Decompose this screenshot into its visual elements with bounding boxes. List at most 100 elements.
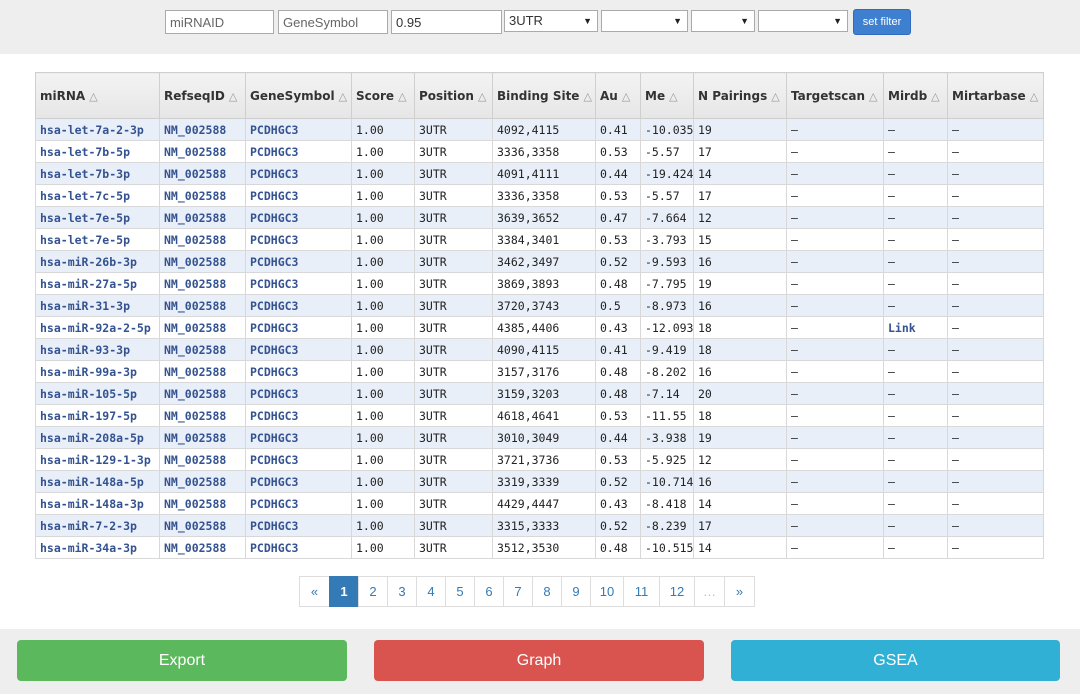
column-header-me[interactable]: Me △ [640,72,694,119]
cell-gene-symbol-link[interactable]: PCDHGC3 [245,140,352,163]
cell-gene-symbol-link[interactable]: PCDHGC3 [245,404,352,427]
page-9[interactable]: 9 [561,576,591,607]
cell-mirna-link[interactable]: hsa-let-7c-5p [35,184,160,207]
page-6[interactable]: 6 [474,576,504,607]
filter-select-2[interactable]: ▼ [601,10,688,32]
cell-refseq-id-link[interactable]: NM_002588 [159,470,246,493]
cell-mirna-link[interactable]: hsa-let-7b-3p [35,162,160,185]
column-header-position[interactable]: Position △ [414,72,493,119]
cell-mirna-link[interactable]: hsa-let-7e-5p [35,228,160,251]
page-4[interactable]: 4 [416,576,446,607]
graph-button[interactable]: Graph [374,640,704,681]
cell-gene-symbol-link[interactable]: PCDHGC3 [245,206,352,229]
cell-refseq-id-link[interactable]: NM_002588 [159,272,246,295]
cell-gene-symbol-link[interactable]: PCDHGC3 [245,338,352,361]
cell-mirna-link[interactable]: hsa-miR-92a-2-5p [35,316,160,339]
cell-gene-symbol-link[interactable]: PCDHGC3 [245,118,352,141]
cell-refseq-id-link[interactable]: NM_002588 [159,448,246,471]
cell-refseq-id-link[interactable]: NM_002588 [159,514,246,537]
cell-mirna-link[interactable]: hsa-miR-197-5p [35,404,160,427]
cell-mirna-link[interactable]: hsa-miR-93-3p [35,338,160,361]
cell-refseq-id-link[interactable]: NM_002588 [159,426,246,449]
cell-mirna-link[interactable]: hsa-miR-148a-3p [35,492,160,515]
cell-gene-symbol-link[interactable]: PCDHGC3 [245,294,352,317]
cell-gene-symbol-link[interactable]: PCDHGC3 [245,250,352,273]
page-10[interactable]: 10 [590,576,624,607]
cell-mirna-link[interactable]: hsa-let-7e-5p [35,206,160,229]
set-filter-button[interactable]: set filter [853,9,911,35]
cell-refseq-id-link[interactable]: NM_002588 [159,140,246,163]
cell-gene-symbol-link[interactable]: PCDHGC3 [245,470,352,493]
cell-mirna-link[interactable]: hsa-miR-105-5p [35,382,160,405]
cell-refseq-id-link[interactable]: NM_002588 [159,206,246,229]
gene-symbol-filter-input[interactable] [278,10,388,34]
page-3[interactable]: 3 [387,576,417,607]
page-2[interactable]: 2 [358,576,388,607]
cell-refseq-id-link[interactable]: NM_002588 [159,338,246,361]
cell-mirna-link[interactable]: hsa-miR-31-3p [35,294,160,317]
page-11[interactable]: 11 [623,576,660,607]
cell-refseq-id-link[interactable]: NM_002588 [159,250,246,273]
column-header-mirna[interactable]: miRNA △ [35,72,160,119]
page-next-button[interactable]: » [724,576,755,607]
mirna-filter-input[interactable] [165,10,274,34]
cell-mirna-link[interactable]: hsa-miR-26b-3p [35,250,160,273]
column-header-n-pairings[interactable]: N Pairings △ [693,72,787,119]
position-select[interactable]: 3UTR ▼ [504,10,598,32]
cell-refseq-id-link[interactable]: NM_002588 [159,162,246,185]
column-header-refseqid[interactable]: RefseqID △ [159,72,246,119]
cell-refseq-id-link[interactable]: NM_002588 [159,536,246,559]
cell-mirna-link[interactable]: hsa-miR-208a-5p [35,426,160,449]
cell-mirna-link[interactable]: hsa-miR-129-1-3p [35,448,160,471]
cell-refseq-id-link[interactable]: NM_002588 [159,228,246,251]
cell-mirna-link[interactable]: hsa-miR-34a-3p [35,536,160,559]
export-button[interactable]: Export [17,640,347,681]
cell-refseq-id-link[interactable]: NM_002588 [159,294,246,317]
cell-gene-symbol-link[interactable]: PCDHGC3 [245,448,352,471]
cell-mirna-link[interactable]: hsa-let-7b-5p [35,140,160,163]
cell-gene-symbol-link[interactable]: PCDHGC3 [245,360,352,383]
cell-gene-symbol-link[interactable]: PCDHGC3 [245,162,352,185]
page-8[interactable]: 8 [532,576,562,607]
cell-gene-symbol-link[interactable]: PCDHGC3 [245,492,352,515]
column-header-mirdb[interactable]: Mirdb △ [883,72,948,119]
page-5[interactable]: 5 [445,576,475,607]
filter-select-4[interactable]: ▼ [758,10,848,32]
page-12[interactable]: 12 [659,576,695,607]
cell-mirna-link[interactable]: hsa-let-7a-2-3p [35,118,160,141]
gsea-button[interactable]: GSEA [731,640,1060,681]
cell-gene-symbol-link[interactable]: PCDHGC3 [245,426,352,449]
cell-refseq-id-link[interactable]: NM_002588 [159,382,246,405]
cell-refseq-id-link[interactable]: NM_002588 [159,118,246,141]
cell-mirdb: — [883,382,948,405]
cell-gene-symbol-link[interactable]: PCDHGC3 [245,382,352,405]
score-filter-input[interactable] [391,10,502,34]
column-header-targetscan[interactable]: Targetscan △ [786,72,884,119]
cell-au: 0.43 [595,492,641,515]
page-1[interactable]: 1 [329,576,359,607]
cell-gene-symbol-link[interactable]: PCDHGC3 [245,514,352,537]
cell-gene-symbol-link[interactable]: PCDHGC3 [245,536,352,559]
cell-refseq-id-link[interactable]: NM_002588 [159,492,246,515]
cell-mirna-link[interactable]: hsa-miR-99a-3p [35,360,160,383]
cell-refseq-id-link[interactable]: NM_002588 [159,184,246,207]
cell-refseq-id-link[interactable]: NM_002588 [159,404,246,427]
column-header-au[interactable]: Au △ [595,72,641,119]
cell-mirna-link[interactable]: hsa-miR-148a-5p [35,470,160,493]
column-header-genesymbol[interactable]: GeneSymbol △ [245,72,352,119]
column-header-score[interactable]: Score △ [351,72,415,119]
filter-select-3[interactable]: ▼ [691,10,755,32]
column-header-binding-site[interactable]: Binding Site △ [492,72,596,119]
cell-mirna-link[interactable]: hsa-miR-7-2-3p [35,514,160,537]
cell-refseq-id-link[interactable]: NM_002588 [159,360,246,383]
cell-refseq-id-link[interactable]: NM_002588 [159,316,246,339]
page-7[interactable]: 7 [503,576,533,607]
column-header-mirtarbase[interactable]: Mirtarbase △ [947,72,1044,119]
page-prev-button[interactable]: « [299,576,330,607]
cell-gene-symbol-link[interactable]: PCDHGC3 [245,184,352,207]
cell-mirna-link[interactable]: hsa-miR-27a-5p [35,272,160,295]
cell-mirdb-link[interactable]: Link [883,316,948,339]
cell-gene-symbol-link[interactable]: PCDHGC3 [245,228,352,251]
cell-gene-symbol-link[interactable]: PCDHGC3 [245,316,352,339]
cell-gene-symbol-link[interactable]: PCDHGC3 [245,272,352,295]
